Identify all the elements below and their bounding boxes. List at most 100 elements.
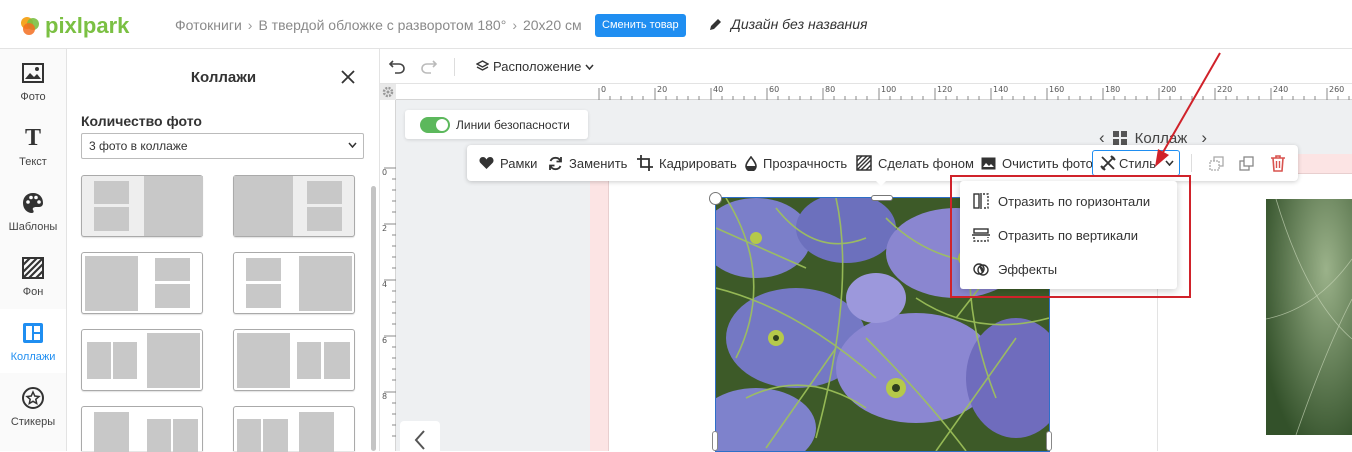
resize-handle-left[interactable] (712, 431, 718, 451)
sidebar-item-label: Стикеры (10, 416, 56, 428)
ruler-label: 2 (382, 224, 388, 233)
breadcrumb-item[interactable]: Фотокниги (175, 17, 242, 33)
sidebar-item-templates[interactable]: Шаблоны (0, 179, 66, 243)
ruler-label: 80 (825, 85, 836, 94)
sidebar-item-label: Шаблоны (8, 221, 58, 233)
collage-template[interactable] (233, 406, 355, 452)
sidebar-item-background[interactable]: Фон (0, 244, 66, 308)
crop-button[interactable]: Кадрировать (637, 145, 737, 181)
frames-button[interactable]: Рамки (479, 145, 537, 181)
ruler-label: 260 (1329, 85, 1345, 94)
replace-label: Заменить (569, 155, 628, 171)
ruler-label: 240 (1273, 85, 1289, 94)
ruler-label: 160 (1049, 85, 1065, 94)
sidebar-item-label: Коллажи (10, 351, 56, 363)
sidebar-item-stickers[interactable]: Стикеры (0, 374, 66, 438)
palette-icon (23, 193, 43, 213)
breadcrumb-item[interactable]: В твердой обложке с разворотом 180° (258, 17, 506, 33)
sidebar-item-label: Фото (20, 91, 46, 103)
logo-text: pixlpark (45, 13, 130, 38)
photo-count-value: 3 фото в коллаже (89, 139, 188, 153)
panel-title: Коллажи (190, 69, 257, 86)
toolbar-pointer (874, 179, 888, 186)
sidebar-item-collages[interactable]: Коллажи (0, 309, 66, 373)
ruler-label: 6 (382, 336, 388, 345)
breadcrumb: Фотокниги › В твердой обложке с разворот… (175, 17, 582, 33)
chevron-down-icon (348, 142, 357, 148)
sidebar-item-text[interactable]: T Текст (0, 114, 66, 178)
collage-grid-icon (1112, 131, 1127, 145)
logo-icon (21, 17, 39, 35)
panel-scrollbar[interactable] (371, 186, 376, 451)
drop-icon (745, 155, 757, 171)
previous-page-button[interactable] (400, 421, 440, 451)
crop-icon (637, 155, 653, 171)
transparency-button[interactable]: Прозрачность (745, 145, 847, 181)
change-product-button[interactable]: Сменить товар (595, 14, 686, 37)
vertical-ruler: 0 2 4 6 8 (380, 84, 396, 451)
collage-template[interactable] (233, 175, 355, 237)
pencil-icon (710, 18, 721, 30)
pixlpark-logo[interactable]: pixlpark (19, 13, 129, 39)
collage-icon (23, 323, 43, 343)
left-sidebar: Фото T Текст Шаблоны Фон Коллажи Стикеры (0, 49, 67, 451)
duplicate-icon[interactable] (1239, 156, 1254, 171)
photo-count-select[interactable]: 3 фото в коллаже (81, 133, 364, 159)
photo-count-label: Количество фото (81, 113, 202, 129)
background-icon (22, 257, 44, 279)
collage-template[interactable] (233, 252, 355, 314)
gear-icon (382, 86, 394, 98)
breadcrumb-item[interactable]: 20x20 см (523, 17, 582, 33)
rotate-handle[interactable] (709, 192, 722, 205)
replace-button[interactable]: Заменить (548, 145, 627, 181)
ruler-label: 0 (382, 168, 388, 177)
design-title[interactable]: Дизайн без названия (708, 16, 868, 32)
right-page-photo[interactable] (1266, 199, 1352, 435)
ruler-label: 20 (657, 85, 668, 94)
ruler-label: 8 (382, 392, 388, 401)
transparency-label: Прозрачность (763, 155, 848, 171)
safety-lines-toggle[interactable]: Линии безопасности (405, 110, 588, 139)
chevron-right-icon: › (512, 17, 517, 33)
ruler-label: 140 (993, 85, 1009, 94)
undo-icon[interactable] (388, 58, 406, 74)
clear-photo-label: Очистить фото (1002, 155, 1093, 171)
collage-template[interactable] (233, 329, 355, 391)
toggle-switch[interactable] (420, 116, 450, 133)
resize-handle-right[interactable] (1046, 431, 1052, 451)
ruler-label: 4 (382, 280, 388, 289)
collage-template[interactable] (81, 175, 203, 237)
sidebar-item-label: Фон (22, 286, 44, 298)
trash-icon[interactable] (1270, 154, 1286, 172)
divider (454, 58, 455, 76)
image-icon (22, 63, 44, 83)
tools-icon (1100, 155, 1116, 171)
collage-template[interactable] (81, 329, 203, 391)
annotation-arrow-icon (1155, 52, 1221, 167)
close-icon[interactable] (341, 70, 355, 84)
design-title-text: Дизайн без названия (731, 16, 868, 32)
ruler-label: 60 (769, 85, 780, 94)
arrange-dropdown[interactable]: Расположение (476, 59, 594, 74)
photo-image (1266, 199, 1352, 435)
ruler-settings[interactable] (380, 84, 396, 100)
chevron-right-icon: › (247, 17, 253, 33)
arrange-label: Расположение (493, 59, 582, 74)
text-icon: T (24, 124, 41, 151)
sidebar-item-photo[interactable]: Фото (0, 49, 66, 113)
crop-label: Кадрировать (659, 155, 737, 171)
collage-template[interactable] (81, 406, 203, 452)
annotation-highlight-box (950, 175, 1191, 298)
ruler-label: 100 (881, 85, 897, 94)
layers-icon (476, 60, 489, 71)
frames-label: Рамки (500, 155, 538, 171)
resize-handle-top[interactable] (871, 195, 893, 201)
make-background-label: Сделать фоном (878, 155, 974, 171)
chevron-down-icon (585, 64, 594, 70)
sticker-icon (22, 387, 44, 409)
redo-icon[interactable] (420, 58, 438, 74)
ruler-label: 0 (601, 85, 607, 94)
collage-template[interactable] (81, 252, 203, 314)
sidebar-item-label: Текст (19, 156, 47, 168)
ruler-label: 180 (1105, 85, 1121, 94)
